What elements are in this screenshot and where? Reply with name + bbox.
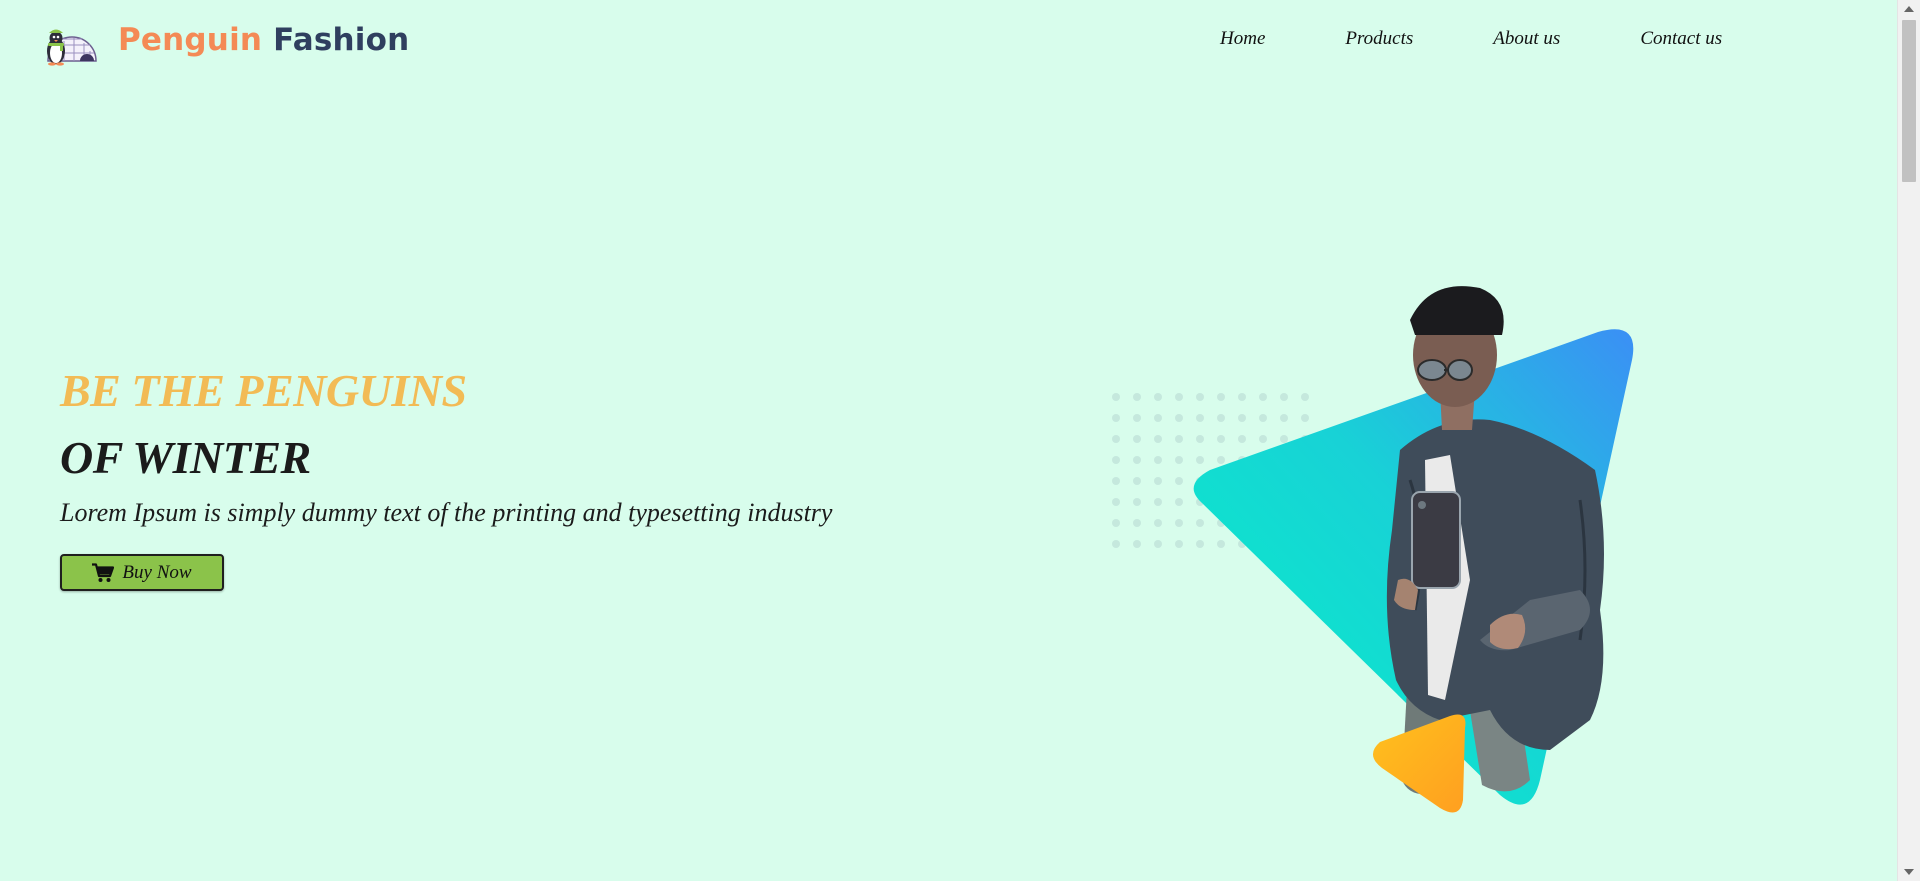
hero-headline-line1: BE THE PENGUINS	[60, 365, 467, 416]
scroll-up-arrow-icon[interactable]	[1904, 6, 1914, 12]
brand-name-part1: Penguin	[118, 22, 263, 58]
hero-subtitle: Lorem Ipsum is simply dummy text of the …	[60, 498, 833, 527]
nav-contact-us[interactable]: Contact us	[1640, 28, 1722, 50]
brand-name: Penguin Fashion	[118, 22, 409, 58]
nav-home[interactable]: Home	[1220, 28, 1265, 50]
scroll-down-arrow-icon[interactable]	[1904, 869, 1914, 875]
brand-name-part2: Fashion	[273, 22, 410, 58]
buy-now-label: Buy Now	[122, 561, 192, 583]
nav-about-us[interactable]: About us	[1493, 28, 1560, 50]
nav-products[interactable]: Products	[1345, 28, 1413, 50]
vertical-scrollbar[interactable]	[1897, 0, 1920, 881]
logo[interactable]: Penguin Fashion	[34, 13, 409, 67]
hero-illustration	[1112, 286, 1634, 813]
site-header: Penguin Fashion Home Products About us C…	[0, 0, 1898, 84]
hero-section: BE THE PENGUINS OF WINTER Lorem Ipsum is…	[60, 364, 832, 591]
main-nav: Home Products About us Contact us	[1220, 28, 1802, 50]
orange-triangle-shape	[1372, 714, 1466, 813]
buy-now-button[interactable]: Buy Now	[60, 554, 224, 591]
cart-icon	[92, 562, 115, 582]
hero-headline-line2: OF WINTER	[60, 432, 311, 483]
penguin-igloo-logo-icon	[47, 29, 97, 66]
scrollbar-thumb[interactable]	[1902, 20, 1916, 182]
